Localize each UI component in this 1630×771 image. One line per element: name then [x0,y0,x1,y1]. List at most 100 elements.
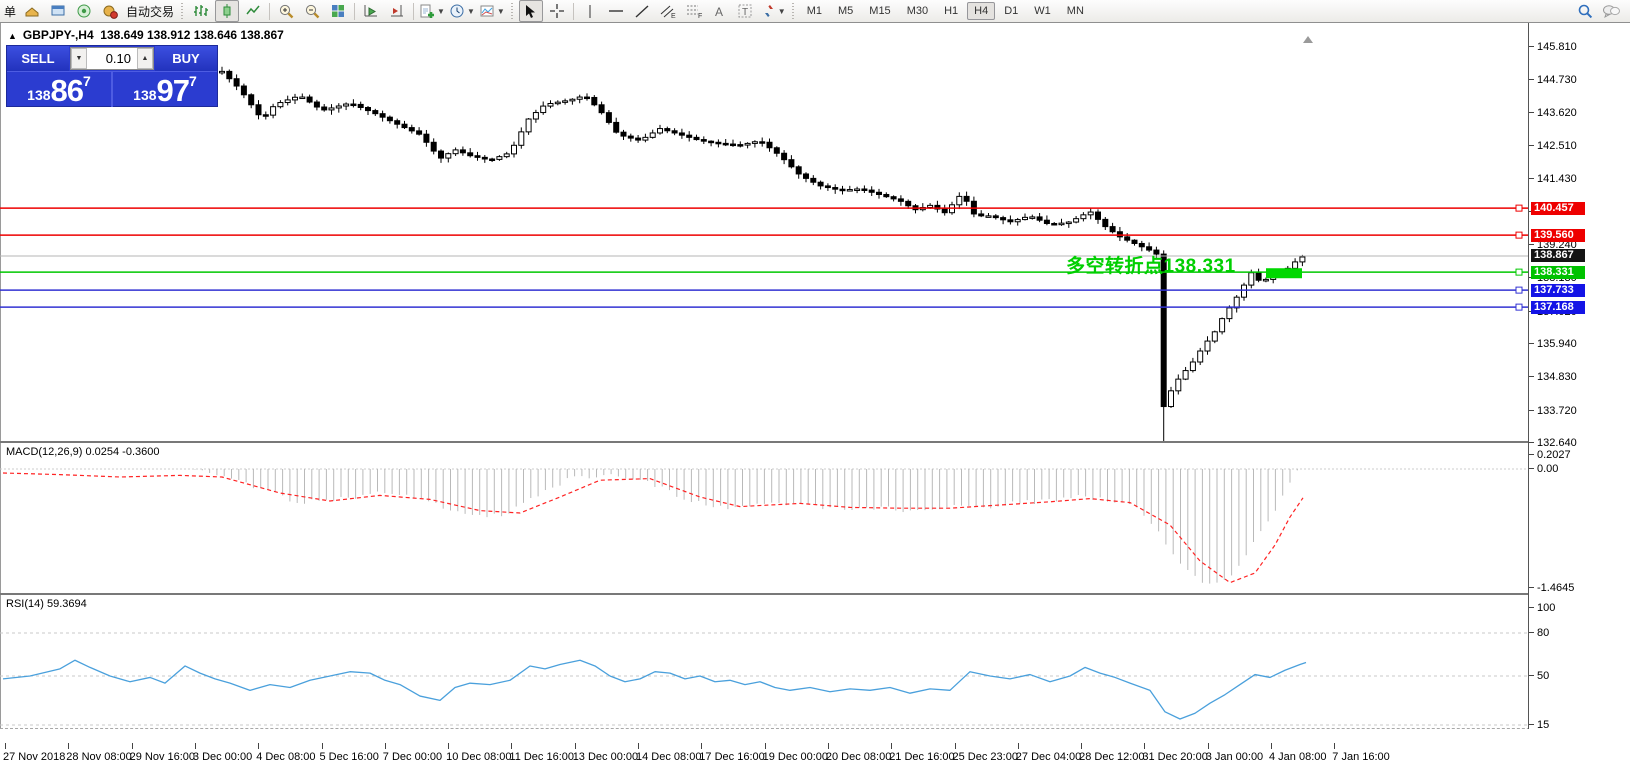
time-axis-tick [195,743,196,749]
time-axis-label: 3 Jan 00:00 [1206,751,1264,763]
periods-icon[interactable]: ▼ [448,0,476,22]
auto-scroll-icon[interactable] [359,0,383,22]
toolbar-separator [354,3,355,20]
time-axis-tick [132,743,133,749]
time-axis-tick [448,743,449,749]
rsi-label: RSI(14) 59.3694 [6,598,87,610]
toolbar-drag-handle[interactable] [510,3,515,19]
vertical-line-tool-icon[interactable] [578,0,602,22]
toolbar-drag-handle[interactable] [180,3,185,19]
volume-input[interactable]: 0.10 [87,48,137,69]
new-order-icon[interactable] [20,0,44,22]
time-axis-label: 27 Nov 2018 [3,751,65,763]
current-price-tag[interactable]: 138.867 [1531,249,1585,262]
tab-timeframe-w1[interactable]: W1 [1027,2,1058,20]
sell-button[interactable]: SELL [7,46,69,71]
text-tool-icon[interactable]: A [708,0,732,22]
time-axis[interactable]: 27 Nov 201828 Nov 08:0029 Nov 16:003 Dec… [0,729,1630,771]
tab-timeframe-m5[interactable]: M5 [831,2,860,20]
zoom-in-icon[interactable] [274,0,298,22]
time-axis-label: 10 Dec 08:00 [446,751,511,763]
time-axis-label: 13 Dec 00:00 [573,751,638,763]
hline-price-tag[interactable]: 137.733 [1531,284,1585,297]
cursor-tool-icon[interactable] [519,0,543,22]
time-axis-tick [258,743,259,749]
rsi-indicator-panel[interactable] [0,595,1528,728]
time-axis-tick [955,743,956,749]
time-axis-tick [385,743,386,749]
price-axis-tick: 145.810 [1537,41,1577,53]
chat-icon[interactable] [1599,0,1623,22]
time-axis-tick [1144,743,1145,749]
buy-button[interactable]: BUY [155,46,217,71]
chart-shift-icon[interactable] [385,0,409,22]
hline-price-tag[interactable]: 139.560 [1531,229,1585,242]
volume-increase-button[interactable]: ▲ [137,48,153,69]
bar-chart-type-icon[interactable] [189,0,213,22]
svg-text:E: E [671,13,676,19]
time-axis-tick [1271,743,1272,749]
rsi-axis-tick: 80 [1537,627,1549,639]
time-axis-label: 27 Dec 04:00 [1016,751,1081,763]
horizontal-line-tool-icon[interactable] [604,0,628,22]
toolbar-separator [413,3,414,20]
mt4-window: { "toolbar": { "new_order_label": "单", "… [0,0,1630,771]
tile-windows-icon[interactable] [326,0,350,22]
new-order-button[interactable]: 单 [1,3,19,20]
sell-price[interactable]: 138 86 7 [7,72,113,107]
price-axis-tick: 132.640 [1537,437,1577,449]
tab-timeframe-m15[interactable]: M15 [862,2,897,20]
templates-icon[interactable]: ▼ [478,0,506,22]
time-axis-label: 29 Nov 16:00 [130,751,195,763]
toolbar-separator [269,3,270,20]
time-axis-label: 19 Dec 00:00 [763,751,828,763]
macd-indicator-panel[interactable] [0,443,1528,593]
pivot-annotation-text[interactable]: 多空转折点138.331 [1066,251,1236,278]
crosshair-tool-icon[interactable] [545,0,569,22]
tab-timeframe-m1[interactable]: M1 [800,2,829,20]
price-axis[interactable]: 145.810144.730143.620142.510141.430140.3… [1529,23,1630,771]
hline-price-tag[interactable]: 140.457 [1531,202,1585,215]
buy-price[interactable]: 138 97 7 [113,72,217,107]
trade-panel-collapse-icon[interactable]: ▲ [8,31,17,41]
price-axis-tick: 133.720 [1537,405,1577,417]
hline-price-tag[interactable]: 137.168 [1531,301,1585,314]
volume-decrease-button[interactable]: ▼ [71,48,87,69]
buy-price-pips: 97 [157,76,189,106]
search-icon[interactable] [1573,0,1597,22]
tab-timeframe-h1[interactable]: H1 [937,2,965,20]
price-axis-tick: 135.940 [1537,338,1577,350]
price-axis-tick: 144.730 [1537,74,1577,86]
symbol-period-label: GBPJPY-,H4 [23,28,94,42]
autotrade-icon[interactable] [98,0,122,22]
terminal-window-icon[interactable] [46,0,70,22]
tab-timeframe-d1[interactable]: D1 [997,2,1025,20]
candlestick-chart-type-icon[interactable] [215,0,239,22]
trendline-tool-icon[interactable] [630,0,654,22]
main-price-chart[interactable] [0,23,1528,443]
buy-price-figure: 138 [133,87,156,103]
tab-timeframe-h4[interactable]: H4 [967,2,995,20]
market-watch-icon[interactable] [72,0,96,22]
zoom-out-icon[interactable] [300,0,324,22]
arrows-tool-icon[interactable]: ▼ [760,0,787,22]
tab-timeframe-mn[interactable]: MN [1060,2,1091,20]
time-axis-tick [765,743,766,749]
time-axis-label: 4 Dec 08:00 [256,751,315,763]
text-label-tool-icon[interactable]: T [734,0,758,22]
macd-axis-tick: 0.2027 [1537,449,1571,461]
toolbar-drag-handle[interactable] [791,3,796,19]
indicators-icon[interactable]: ▼ [418,0,446,22]
ohlc-values: 138.649 138.912 138.646 138.867 [100,28,284,42]
price-axis-tick: 143.620 [1537,107,1577,119]
chart-title: ▲ GBPJPY-,H4 138.649 138.912 138.646 138.… [8,28,284,42]
line-chart-type-icon[interactable] [241,0,265,22]
time-axis-label: 14 Dec 08:00 [636,751,701,763]
time-axis-tick [638,743,639,749]
equidistant-channel-tool-icon[interactable]: E [656,0,680,22]
chart-shift-marker[interactable] [1303,36,1313,43]
fibonacci-tool-icon[interactable]: F [682,0,706,22]
hline-price-tag[interactable]: 138.331 [1531,266,1585,279]
tab-timeframe-m30[interactable]: M30 [900,2,935,20]
autotrade-button[interactable]: 自动交易 [123,3,177,20]
